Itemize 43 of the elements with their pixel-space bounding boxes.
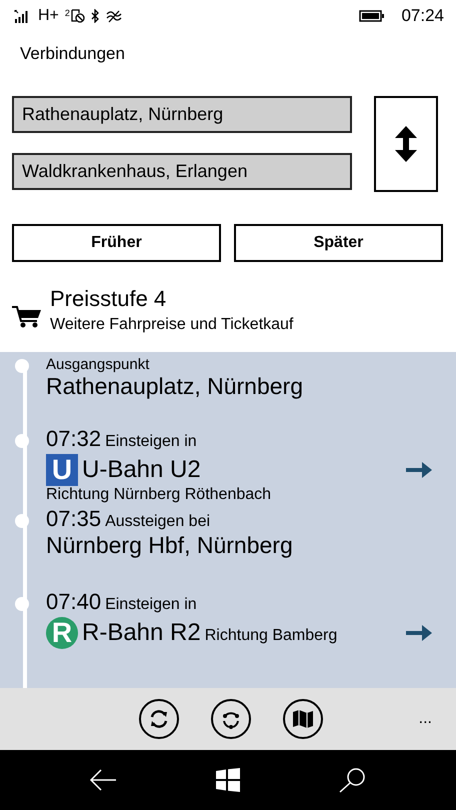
direction-text: Richtung Bamberg [204, 627, 338, 645]
network-type: H+ [38, 7, 59, 25]
origin-field[interactable]: Rathenauplatz, Nürnberg [12, 96, 352, 133]
refresh-button[interactable] [138, 699, 179, 739]
share-button[interactable] [210, 699, 251, 739]
search-icon[interactable] [338, 767, 367, 793]
clock-time: 07:24 [401, 6, 444, 26]
fare-link[interactable]: Weitere Fahrpreise und Ticketkauf [50, 316, 294, 334]
step-action: Einsteigen in [105, 433, 197, 451]
swap-arrow-icon [395, 126, 417, 162]
step-action: Aussteigen bei [105, 513, 210, 531]
destination-field[interactable]: Waldkrankenhaus, Erlangen [12, 153, 352, 190]
page-title: Verbindungen [19, 43, 126, 65]
step-time: 07:40 [46, 589, 102, 615]
line-name: R-Bahn R2 [82, 619, 201, 647]
fare-level[interactable]: Preisstufe 4 [50, 286, 294, 312]
swap-button[interactable] [374, 96, 438, 192]
step-time: 07:32 [46, 426, 102, 452]
bluetooth-icon [90, 9, 100, 23]
line-badge: U [46, 454, 78, 486]
map-icon [290, 707, 315, 731]
arrow-right-icon[interactable] [406, 623, 432, 643]
map-button[interactable] [282, 699, 323, 739]
direction-text: Richtung Nürnberg Röthenbach [46, 486, 272, 504]
line-badge: R [46, 617, 78, 649]
cart-icon[interactable] [12, 305, 42, 329]
signal-icon [14, 10, 30, 22]
wifi-icon [106, 10, 122, 22]
sim-number: 2 [64, 8, 70, 18]
time-shift-button[interactable]: Später [234, 224, 443, 262]
step-time: 07:35 [46, 506, 102, 532]
windows-logo-icon[interactable] [216, 768, 240, 792]
step-action: Einsteigen in [105, 596, 197, 614]
more-button[interactable]: ... [414, 710, 436, 728]
line-name: U-Bahn U2 [82, 456, 201, 484]
quiet-hours-icon [70, 9, 85, 23]
battery-icon [359, 10, 386, 22]
step-label: Ausgangspunkt [46, 356, 150, 373]
arrow-right-icon[interactable] [406, 460, 432, 480]
stop-name: Rathenauplatz, Nürnberg [46, 373, 304, 400]
time-shift-button[interactable]: Früher [12, 224, 221, 262]
stop-name: Nürnberg Hbf, Nürnberg [46, 532, 294, 559]
back-icon[interactable] [89, 768, 118, 792]
